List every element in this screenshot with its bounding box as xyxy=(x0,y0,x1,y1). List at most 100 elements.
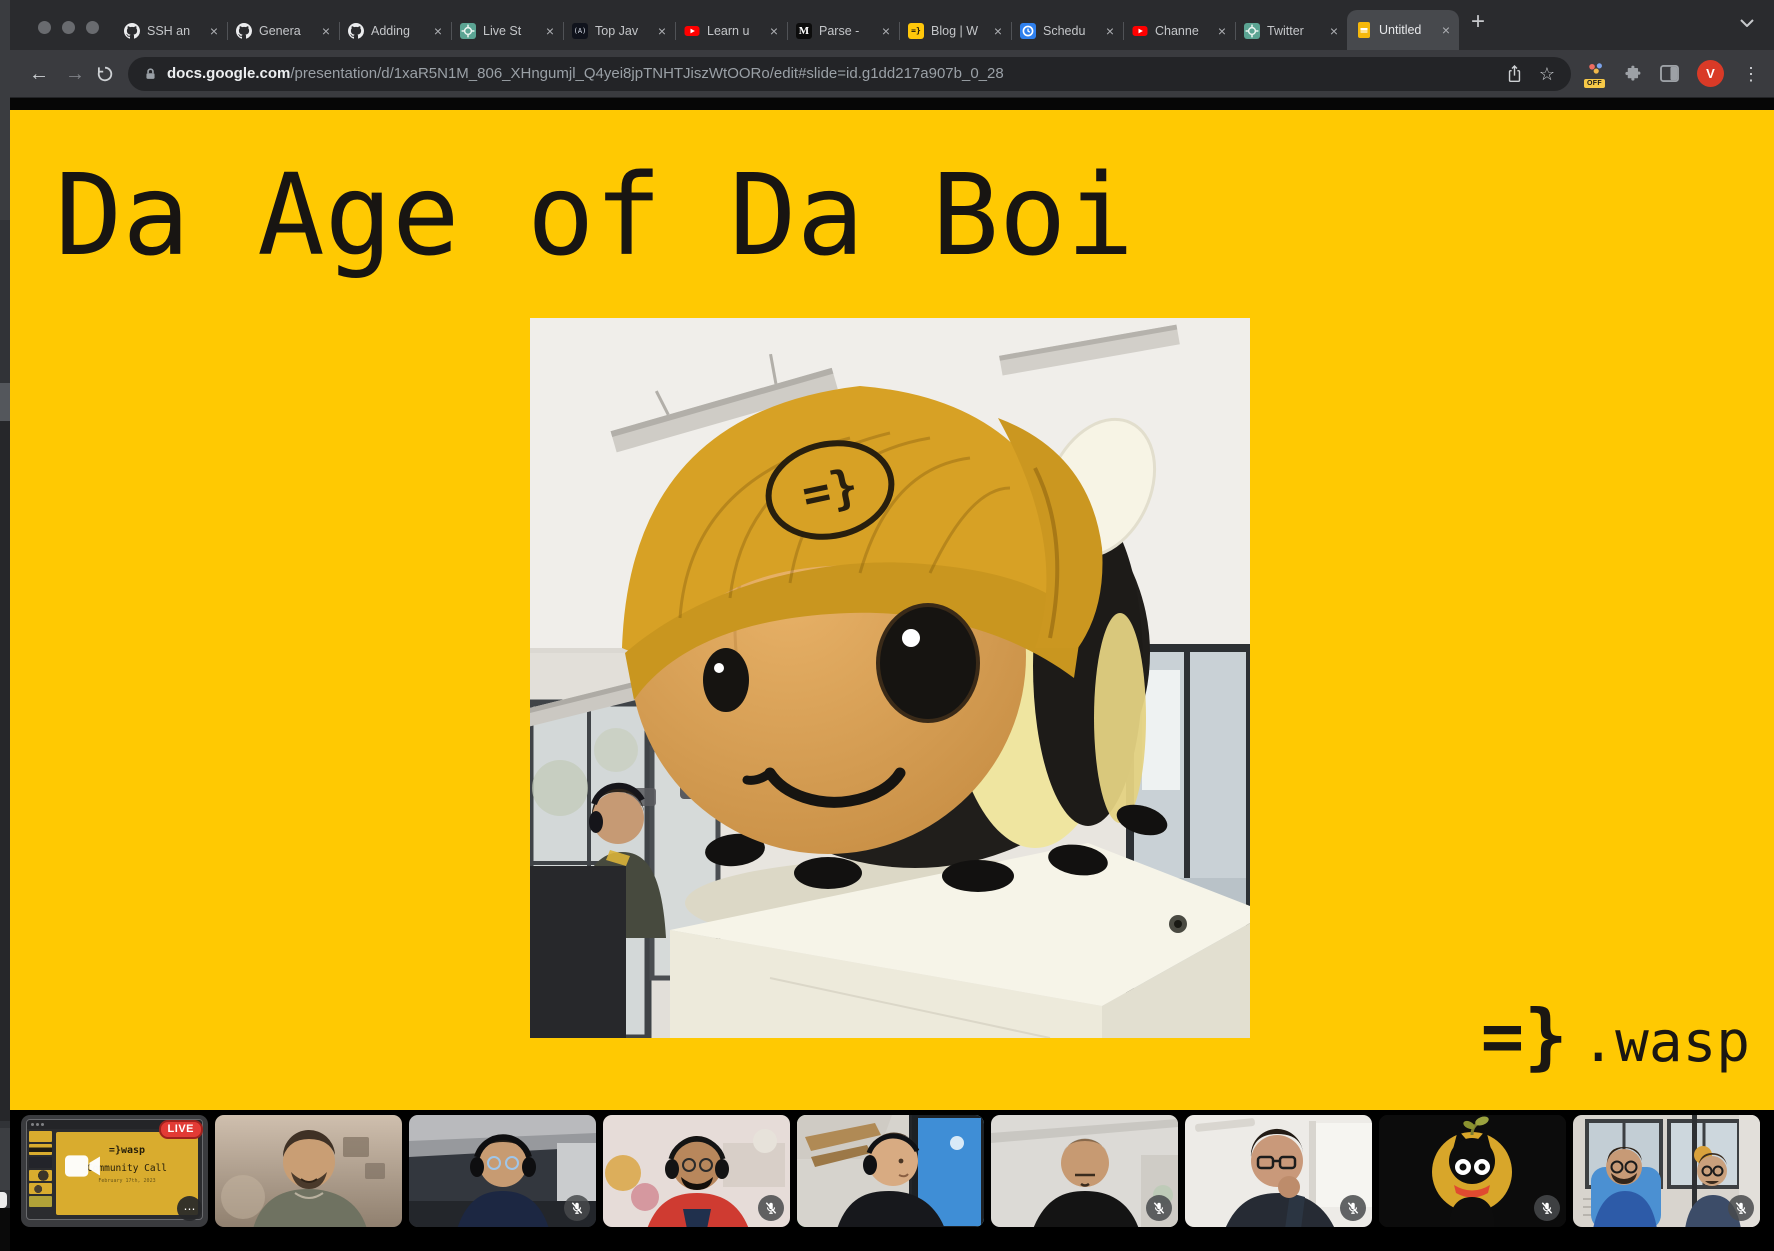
mini-wasp-mark: =} xyxy=(109,1145,121,1156)
bee-plush-photo: =} xyxy=(530,318,1250,1038)
tab-ssh[interactable]: SSH an × xyxy=(115,12,227,50)
tab-close-icon[interactable]: × xyxy=(210,24,218,38)
mic-muted-icon xyxy=(1534,1195,1560,1221)
close-window-button[interactable] xyxy=(38,21,51,34)
github-icon xyxy=(236,23,252,39)
lock-icon xyxy=(144,67,157,81)
minimize-window-button[interactable] xyxy=(62,21,75,34)
tab-title: SSH an xyxy=(147,24,203,38)
address-bar[interactable]: docs.google.com/presentation/d/1xaR5N1M_… xyxy=(128,57,1571,91)
medium-icon: M xyxy=(796,23,812,39)
tab-title: Genera xyxy=(259,24,315,38)
forward-button[interactable]: → xyxy=(60,64,90,84)
beanie-badge-text: =} xyxy=(797,458,862,522)
side-panel-icon[interactable] xyxy=(1660,65,1679,82)
tab-close-icon[interactable]: × xyxy=(434,24,442,38)
github-icon xyxy=(124,23,140,39)
tab-title: Twitter xyxy=(1267,24,1323,38)
screen: SSH an × Genera × Adding × Live St × (A) xyxy=(0,0,1774,1251)
tab-title: Blog | W xyxy=(931,24,987,38)
tab-close-icon[interactable]: × xyxy=(882,24,890,38)
tab-title: Learn u xyxy=(707,24,763,38)
tab-general[interactable]: Genera × xyxy=(227,12,339,50)
tab-adding[interactable]: Adding × xyxy=(339,12,451,50)
url-text: docs.google.com/presentation/d/1xaR5N1M_… xyxy=(167,65,1004,82)
participant-screen-share[interactable]: =}wasp Community Call February 17th, 202… xyxy=(21,1115,208,1227)
tab-title: Parse - xyxy=(819,24,875,38)
browser-window: SSH an × Genera × Adding × Live St × (A) xyxy=(10,0,1774,1110)
url-host: docs.google.com xyxy=(167,65,290,82)
participant-video[interactable] xyxy=(603,1115,790,1227)
tile-menu-button[interactable]: ⋯ xyxy=(177,1196,202,1221)
share-icon[interactable] xyxy=(1506,64,1523,83)
tab-close-icon[interactable]: × xyxy=(1330,24,1338,38)
tab-title: Untitled xyxy=(1379,23,1435,37)
participant-video[interactable] xyxy=(215,1115,402,1227)
zoom-window-button[interactable] xyxy=(86,21,99,34)
participant-video-active-speaker[interactable] xyxy=(797,1115,984,1227)
tab-title: Channe xyxy=(1155,24,1211,38)
browser-menu-icon[interactable]: ⋮ xyxy=(1742,65,1760,83)
youtube-icon xyxy=(1132,23,1148,39)
tab-close-icon[interactable]: × xyxy=(770,24,778,38)
mic-muted-icon xyxy=(1728,1195,1754,1221)
wasp-logo-text: .wasp xyxy=(1581,1015,1750,1071)
tab-blog[interactable]: =} Blog | W × xyxy=(899,12,1011,50)
tab-close-icon[interactable]: × xyxy=(1106,24,1114,38)
mic-muted-icon xyxy=(564,1195,590,1221)
tab-search-chevron-icon[interactable] xyxy=(1740,14,1754,32)
camera-icon xyxy=(65,1153,101,1184)
participant-video-pair[interactable] xyxy=(1573,1115,1760,1227)
tab-close-icon[interactable]: × xyxy=(994,24,1002,38)
participant-video[interactable] xyxy=(991,1115,1178,1227)
tab-live-stream[interactable]: Live St × xyxy=(451,12,563,50)
tab-parse[interactable]: M Parse - × xyxy=(787,12,899,50)
tab-close-icon[interactable]: × xyxy=(546,24,554,38)
window-controls[interactable] xyxy=(38,21,99,34)
back-button[interactable]: ← xyxy=(24,64,54,84)
tab-channel[interactable]: Channe × xyxy=(1123,12,1235,50)
teal-app-icon xyxy=(1244,23,1260,39)
wasp-logo-mark: =} xyxy=(1481,1000,1568,1072)
desktop-edge-strip xyxy=(0,0,10,1251)
new-tab-button[interactable]: + xyxy=(1471,10,1485,34)
browser-toolbar: ← → docs.google.com/presentation/d/1xaR5… xyxy=(10,50,1774,98)
scheduler-icon xyxy=(1020,23,1036,39)
extensions-puzzle-icon[interactable] xyxy=(1623,64,1642,83)
tab-title: Live St xyxy=(483,24,539,38)
tab-close-icon[interactable]: × xyxy=(1218,24,1226,38)
tab-twitter[interactable]: Twitter × xyxy=(1235,12,1347,50)
participant-video[interactable] xyxy=(1185,1115,1372,1227)
tab-top-jav[interactable]: (A) Top Jav × xyxy=(563,12,675,50)
mini-wasp-text: wasp xyxy=(121,1145,145,1156)
url-path: /presentation/d/1xaR5N1M_806_XHngumjl_Q4… xyxy=(290,65,1003,82)
tab-learn[interactable]: Learn u × xyxy=(675,12,787,50)
tab-close-icon[interactable]: × xyxy=(322,24,330,38)
bookmark-star-icon[interactable]: ☆ xyxy=(1539,65,1555,83)
letterbox-bar xyxy=(10,98,1774,110)
extension-off-badge: OFF xyxy=(1584,79,1605,88)
mic-muted-icon xyxy=(1340,1195,1366,1221)
youtube-icon xyxy=(684,23,700,39)
reload-button[interactable] xyxy=(96,65,114,83)
wasp-icon: =} xyxy=(908,23,924,39)
mini-slide-rail xyxy=(27,1129,54,1219)
profile-avatar[interactable]: V xyxy=(1697,60,1724,87)
slide-title: Da Age of Da Boi xyxy=(55,158,1134,276)
tab-schedule[interactable]: Schedu × xyxy=(1011,12,1123,50)
mic-muted-icon xyxy=(758,1195,784,1221)
tab-close-icon[interactable]: × xyxy=(658,24,666,38)
google-slides-icon xyxy=(1356,22,1372,38)
tab-untitled-active[interactable]: Untitled × xyxy=(1347,10,1459,50)
code-editor-icon: (A) xyxy=(572,23,588,39)
live-badge: LIVE xyxy=(159,1120,203,1139)
participant-cat-avatar[interactable] xyxy=(1379,1115,1566,1227)
extension-off-icon[interactable]: OFF xyxy=(1585,62,1607,86)
wasp-logo: =} .wasp xyxy=(1481,1000,1750,1072)
teal-app-icon xyxy=(460,23,476,39)
video-call-filmstrip: =}wasp Community Call February 17th, 202… xyxy=(0,1110,1774,1251)
participant-video[interactable] xyxy=(409,1115,596,1227)
tab-title: Schedu xyxy=(1043,24,1099,38)
tab-close-icon[interactable]: × xyxy=(1442,23,1450,37)
mic-muted-icon xyxy=(1146,1195,1172,1221)
